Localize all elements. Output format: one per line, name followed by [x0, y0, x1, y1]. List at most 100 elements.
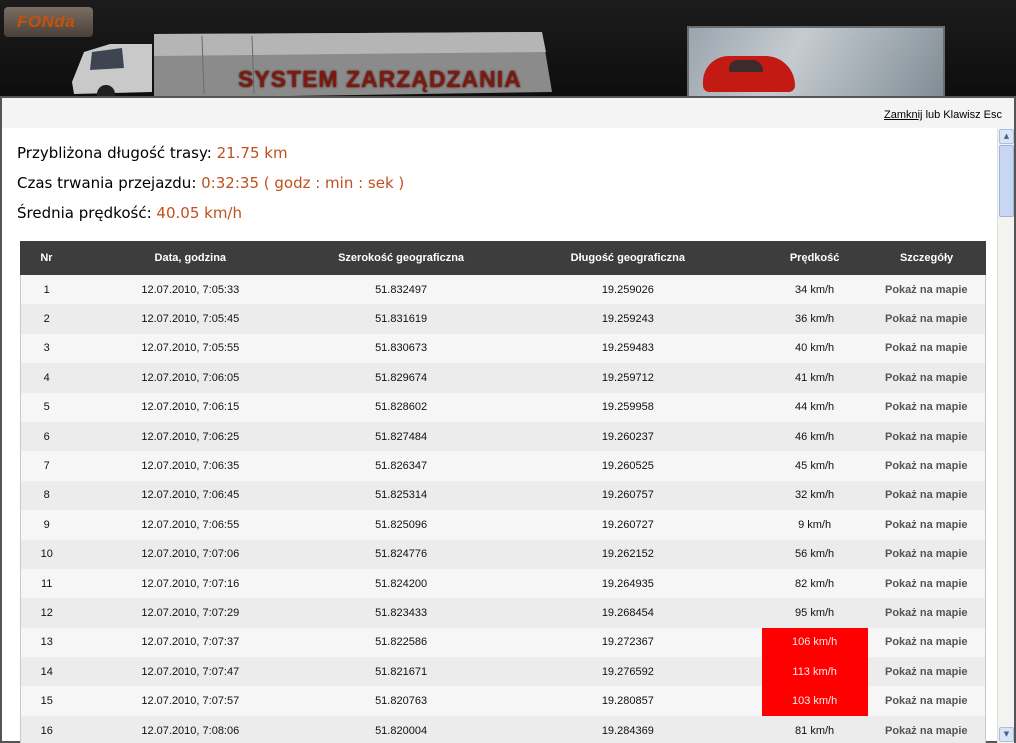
- scrollbar-thumb[interactable]: [999, 145, 1014, 217]
- show-on-map-link[interactable]: Pokaż na mapie: [867, 274, 986, 305]
- show-on-map-link[interactable]: Pokaż na mapie: [867, 627, 986, 658]
- show-on-map-link[interactable]: Pokaż na mapie: [867, 598, 986, 628]
- cell-speed: 34 km/h: [761, 274, 868, 305]
- scroll-down-icon[interactable]: ▼: [999, 727, 1014, 742]
- avg-speed-label: Średnia prędkość:: [17, 204, 152, 222]
- cell-nr: 16: [20, 715, 73, 743]
- cell-longitude: 19.260727: [493, 510, 762, 540]
- cell-nr: 11: [20, 568, 73, 599]
- cell-datetime: 12.07.2010, 7:06:25: [72, 421, 309, 452]
- cell-datetime: 12.07.2010, 7:07:37: [72, 627, 309, 658]
- cell-latitude: 51.828602: [308, 392, 494, 422]
- show-on-map-link[interactable]: Pokaż na mapie: [867, 480, 986, 511]
- cell-longitude: 19.259026: [493, 274, 762, 305]
- header-photo: [687, 26, 945, 98]
- show-on-map-link[interactable]: Pokaż na mapie: [867, 304, 986, 334]
- show-on-map-link[interactable]: Pokaż na mapie: [867, 657, 986, 687]
- cell-speed: 81 km/h: [761, 715, 868, 743]
- cell-datetime: 12.07.2010, 7:07:29: [72, 598, 309, 628]
- duration-label: Czas trwania przejazdu:: [17, 174, 197, 192]
- show-on-map-link[interactable]: Pokaż na mapie: [867, 539, 986, 569]
- show-on-map-link[interactable]: Pokaż na mapie: [867, 686, 986, 716]
- cell-longitude: 19.259712: [493, 363, 762, 393]
- cell-latitude: 51.825096: [308, 510, 494, 540]
- table-row: 6 12.07.2010, 7:06:25 51.827484 19.260237 46…: [20, 421, 986, 452]
- cell-datetime: 12.07.2010, 7:07:47: [72, 657, 309, 687]
- cell-speed: 45 km/h: [761, 451, 868, 481]
- cell-nr: 14: [20, 657, 73, 687]
- route-points-table: Nr Data, godzina Szerokość geograficzna …: [20, 241, 986, 743]
- cell-datetime: 12.07.2010, 7:07:06: [72, 539, 309, 569]
- show-on-map-link[interactable]: Pokaż na mapie: [867, 715, 986, 743]
- cell-latitude: 51.820004: [308, 715, 494, 743]
- show-on-map-link[interactable]: Pokaż na mapie: [867, 510, 986, 540]
- cell-latitude: 51.832497: [308, 274, 494, 305]
- cell-longitude: 19.260525: [493, 451, 762, 481]
- cell-latitude: 51.821671: [308, 657, 494, 687]
- cell-datetime: 12.07.2010, 7:07:57: [72, 686, 309, 716]
- column-header-longitude: Długość geograficzna: [493, 241, 763, 275]
- cell-speed: 36 km/h: [761, 304, 868, 334]
- column-header-details: Szczegóły: [867, 241, 986, 275]
- cell-latitude: 51.824200: [308, 568, 494, 599]
- cell-nr: 12: [20, 598, 73, 628]
- table-row: 7 12.07.2010, 7:06:35 51.826347 19.260525 45…: [20, 451, 986, 481]
- table-row: 4 12.07.2010, 7:06:05 51.829674 19.259712 41…: [20, 363, 986, 393]
- column-header-datetime: Data, godzina: [71, 241, 309, 275]
- cell-nr: 9: [20, 510, 73, 540]
- table-row: 13 12.07.2010, 7:07:37 51.822586 19.272367 1…: [20, 627, 986, 658]
- cell-nr: 15: [20, 686, 73, 716]
- system-title: SYSTEM ZARZĄDZANIA: [238, 66, 522, 92]
- cell-speed: 32 km/h: [761, 480, 868, 511]
- cell-speed: 103 km/h: [761, 686, 868, 716]
- cell-datetime: 12.07.2010, 7:06:55: [72, 510, 309, 540]
- table-row: 14 12.07.2010, 7:07:47 51.821671 19.276592 1…: [20, 657, 986, 687]
- table-header-row: Nr Data, godzina Szerokość geograficzna …: [20, 241, 986, 275]
- modal-content: Przybliżona długość trasy: 21.75 km Czas…: [2, 128, 998, 743]
- show-on-map-link[interactable]: Pokaż na mapie: [867, 421, 986, 452]
- column-header-speed: Prędkość: [761, 241, 869, 275]
- cell-speed: 56 km/h: [761, 539, 868, 569]
- cell-longitude: 19.284369: [493, 715, 762, 743]
- cell-datetime: 12.07.2010, 7:06:15: [72, 392, 309, 422]
- cell-speed: 106 km/h: [761, 627, 868, 658]
- table-row: 5 12.07.2010, 7:06:15 51.828602 19.259958 44…: [20, 392, 986, 422]
- table-row: 1 12.07.2010, 7:05:33 51.832497 19.259026 34…: [20, 274, 986, 305]
- cell-longitude: 19.259958: [493, 392, 762, 422]
- show-on-map-link[interactable]: Pokaż na mapie: [867, 568, 986, 599]
- close-link[interactable]: Zamknij: [884, 109, 923, 121]
- cell-latitude: 51.820763: [308, 686, 494, 716]
- close-area: Zamknij lub Klawisz Esc: [884, 109, 1002, 121]
- cell-speed: 41 km/h: [761, 363, 868, 393]
- show-on-map-link[interactable]: Pokaż na mapie: [867, 363, 986, 393]
- show-on-map-link[interactable]: Pokaż na mapie: [867, 333, 986, 364]
- cell-longitude: 19.259243: [493, 304, 762, 334]
- cell-longitude: 19.268454: [493, 598, 762, 628]
- modal-toolbar: Zamknij lub Klawisz Esc: [2, 98, 1014, 128]
- cell-datetime: 12.07.2010, 7:05:45: [72, 304, 309, 334]
- cell-nr: 5: [20, 392, 73, 422]
- duration-value: 0:32:35 ( godz : min : sek ): [201, 174, 405, 192]
- close-hint: lub Klawisz Esc: [922, 109, 1002, 121]
- cell-nr: 1: [20, 274, 73, 305]
- show-on-map-link[interactable]: Pokaż na mapie: [867, 392, 986, 422]
- cell-longitude: 19.259483: [493, 333, 762, 364]
- cell-longitude: 19.260757: [493, 480, 762, 511]
- column-header-nr: Nr: [20, 241, 73, 275]
- cell-datetime: 12.07.2010, 7:07:16: [72, 568, 309, 599]
- table-row: 3 12.07.2010, 7:05:55 51.830673 19.259483 40…: [20, 333, 986, 364]
- cell-datetime: 12.07.2010, 7:06:05: [72, 363, 309, 393]
- cell-longitude: 19.260237: [493, 421, 762, 452]
- distance-label: Przybliżona długość trasy:: [17, 144, 212, 162]
- show-on-map-link[interactable]: Pokaż na mapie: [867, 451, 986, 481]
- cell-datetime: 12.07.2010, 7:05:55: [72, 333, 309, 364]
- cell-datetime: 12.07.2010, 7:06:45: [72, 480, 309, 511]
- cell-datetime: 12.07.2010, 7:06:35: [72, 451, 309, 481]
- scroll-up-icon[interactable]: ▲: [999, 129, 1014, 144]
- cell-latitude: 51.826347: [308, 451, 494, 481]
- table-row: 12 12.07.2010, 7:07:29 51.823433 19.268454 9…: [20, 598, 986, 628]
- column-header-latitude: Szerokość geograficzna: [307, 241, 495, 275]
- cell-latitude: 51.830673: [308, 333, 494, 364]
- vertical-scrollbar[interactable]: ▲ ▼: [997, 128, 1014, 743]
- cell-longitude: 19.280857: [493, 686, 762, 716]
